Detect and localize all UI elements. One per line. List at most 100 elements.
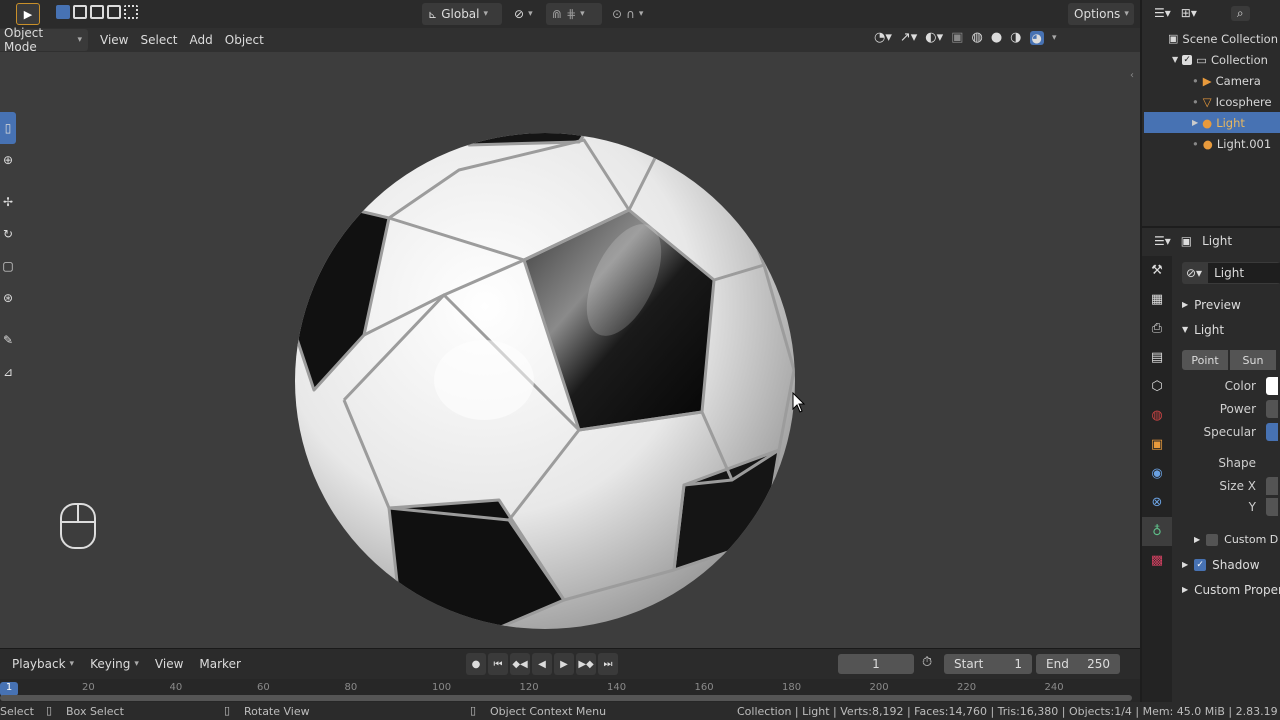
select-subtract-icon[interactable] [90,5,104,19]
light-type-point[interactable]: Point [1182,350,1228,370]
solid-shading-icon[interactable]: ● [991,30,1002,45]
transform-orientation-dropdown[interactable]: ⊾ Global ▾ [422,3,502,25]
editor-type-icon[interactable]: ☰▾ [1154,6,1171,20]
physics-tab[interactable]: ◉ [1142,459,1172,488]
prev-keyframe-button[interactable]: ◆◀ [510,653,530,675]
size-y-field[interactable] [1266,497,1278,516]
search-icon[interactable]: ⌕ [1230,5,1250,21]
measure-tool[interactable]: ⊿ [0,356,16,388]
visibility-icon[interactable]: ◔▾ [874,30,892,45]
texture-tab[interactable]: ▩ [1142,546,1172,575]
overlays-icon[interactable]: ◐▾ [925,30,943,45]
select-extend-icon[interactable] [73,5,87,19]
menu-marker[interactable]: Marker [193,653,246,675]
light-type-sun[interactable]: Sun [1230,350,1276,370]
snap-toggle[interactable]: ⋒ ⋕ ▾ [546,3,602,25]
move-tool[interactable]: ✢ [0,186,16,218]
playhead-marker[interactable]: 1 [0,682,18,696]
chevron-down-icon[interactable]: ▾ [1052,33,1057,43]
falloff-curve-icon: ∩ [626,7,635,21]
stopwatch-icon[interactable]: ⏱ [922,655,932,670]
light-panel-header[interactable]: ▼ Light [1182,318,1224,341]
size-x-field[interactable] [1266,476,1278,495]
object-tab[interactable]: ▣ [1142,430,1172,459]
light-datablock-selector[interactable]: ⊘▾ Light [1182,262,1280,284]
end-frame-field[interactable]: End 250 [1036,654,1120,674]
cursor-tool[interactable]: ⊕ [0,144,16,176]
custom-properties-label: Custom Proper [1194,582,1280,597]
display-mode-icon[interactable]: ⊞▾ [1181,6,1197,20]
shadow-checkbox[interactable]: ✓ [1194,558,1207,571]
view-layer-tab[interactable]: ▤ [1142,343,1172,372]
scene-collection-row[interactable]: ▣ Scene Collection [1168,28,1278,49]
power-field[interactable] [1266,399,1278,418]
start-frame-field[interactable]: Start 1 [944,654,1032,674]
sidebar-toggle-icon[interactable]: ‹ [1130,70,1134,81]
pivot-icon: ⊘ [514,7,525,21]
constraints-tab[interactable]: ⊗ [1142,488,1172,517]
light-data-tab[interactable]: ♁ [1142,517,1172,546]
menu-select[interactable]: Select [134,29,183,51]
outliner-item-collection[interactable]: ▼ ✓ ▭ Collection [1172,49,1268,70]
custom-distance-row[interactable]: ▶ Custom D [1194,528,1278,551]
color-swatch[interactable] [1266,376,1278,395]
gizmo-icon[interactable]: ↗▾ [900,30,917,45]
frame-tick-label: 100 [432,682,452,693]
proportional-edit-toggle[interactable]: ⊙ ∩ ▾ [606,3,649,25]
output-tab[interactable]: ⎙ [1142,314,1172,343]
jump-start-button[interactable]: ⏮ [488,653,508,675]
current-frame-field[interactable]: 1 [838,654,914,674]
shape-dropdown[interactable] [1266,453,1278,472]
menu-playback[interactable]: Playback ▾ [6,653,80,675]
outliner-item-light[interactable]: ▶ ● Light [1144,112,1280,133]
select-box-tool[interactable]: ▯ [0,112,16,144]
frame-tick-label: 220 [957,682,977,693]
outliner-item-camera[interactable]: • ▶ Camera [1192,70,1261,91]
jump-end-button[interactable]: ⏭ [598,653,618,675]
record-button[interactable]: ● [466,653,486,675]
menu-add[interactable]: Add [184,29,219,51]
scene-tab[interactable]: ⬡ [1142,372,1172,401]
annotate-tool[interactable]: ✎ [0,324,16,356]
mode-label: Object Mode [4,26,44,54]
pivot-point-dropdown[interactable]: ⊘ ▾ [508,3,539,25]
tool-tab[interactable]: ⚒ [1142,256,1172,285]
xray-icon[interactable]: ▣ [951,30,963,45]
preview-panel-header[interactable]: ▶ Preview [1182,293,1241,316]
shadow-panel-header[interactable]: ▶ ✓ Shadow [1182,553,1260,576]
chevron-down-icon: ▾ [638,9,644,19]
timeline-scrollbar[interactable] [0,695,1132,701]
outliner-item-icosphere[interactable]: • ▽ Icosphere [1192,91,1272,112]
wireframe-shading-icon[interactable]: ◍ [971,30,982,45]
menu-keying[interactable]: Keying ▾ [84,653,145,675]
options-dropdown[interactable]: Options ▾ [1068,3,1134,25]
custom-properties-header[interactable]: ▶ Custom Proper [1182,578,1280,601]
editor-type-icon[interactable]: ☰▾ [1154,234,1171,248]
3d-viewport[interactable]: ▯ ⊕ ✢ ↻ ▢ ⊛ ✎ ⊿ ‹ [0,52,1140,648]
next-keyframe-button[interactable]: ▶◆ [576,653,596,675]
play-reverse-button[interactable]: ◀ [532,653,552,675]
world-tab[interactable]: ◍ [1142,401,1172,430]
frame-ruler[interactable]: 1 20 40 60 80 100 120 140 160 180 200 220 240 [0,679,1140,703]
select-invert-icon[interactable] [107,5,121,19]
menu-object[interactable]: Object [219,29,270,51]
include-checkbox[interactable]: ✓ [1182,54,1193,65]
specular-slider[interactable] [1266,422,1278,441]
object-mode-dropdown[interactable]: Object Mode ▾ [0,26,88,54]
render-icon: ▦ [1150,292,1164,307]
material-shading-icon[interactable]: ◑ [1010,30,1021,45]
timeline-menu-view[interactable]: View [149,653,189,675]
select-new-icon[interactable] [56,5,70,19]
scale-tool[interactable]: ▢ [0,250,16,282]
select-tool-button[interactable]: ▶ [16,3,40,25]
play-button[interactable]: ▶ [554,653,574,675]
menu-view[interactable]: View [94,29,134,51]
transform-tool[interactable]: ⊛ [0,282,16,314]
select-intersect-icon[interactable] [124,5,138,19]
rotate-tool[interactable]: ↻ [0,218,16,250]
rendered-shading-icon[interactable]: ◕ [1029,30,1044,45]
outliner-item-label: Light [1216,115,1245,130]
render-tab[interactable]: ▦ [1142,285,1172,314]
custom-distance-checkbox[interactable] [1206,533,1219,546]
outliner-item-light-001[interactable]: • ● Light.001 [1192,133,1271,154]
